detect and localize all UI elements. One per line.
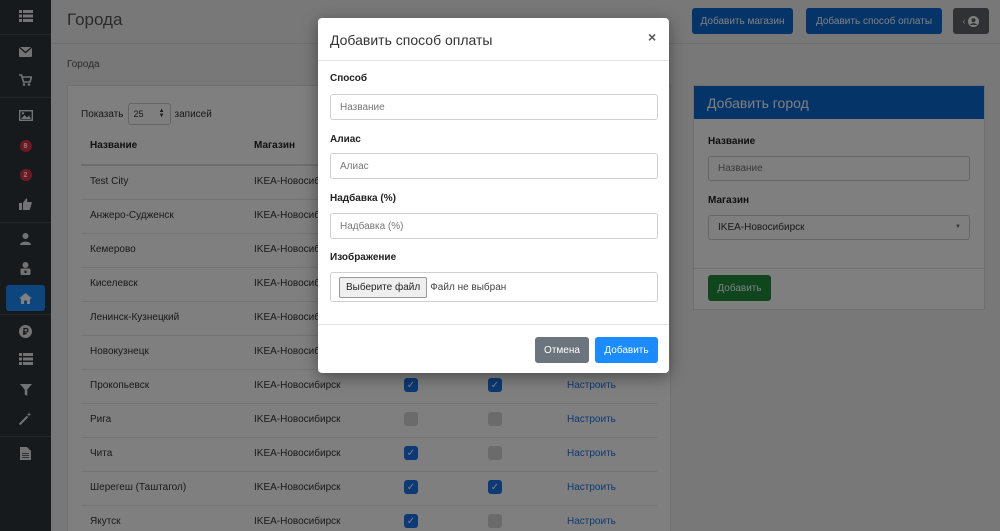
alias-input[interactable]: Алиас	[330, 153, 658, 179]
submit-payment-method-button[interactable]: Добавить	[595, 337, 658, 363]
markup-label: Надбавка (%)	[330, 193, 396, 204]
image-label: Изображение	[330, 252, 397, 263]
close-icon[interactable]: ×	[648, 29, 656, 45]
modal-footer-divider	[318, 324, 669, 325]
cancel-button[interactable]: Отмена	[535, 337, 589, 363]
method-name-input[interactable]: Название	[330, 94, 658, 120]
modal-header-divider	[318, 60, 669, 61]
markup-input[interactable]: Надбавка (%)	[330, 213, 658, 239]
image-file-input: Выберите файл Файл не выбран	[330, 272, 658, 302]
modal-title: Добавить способ оплаты	[330, 32, 493, 48]
add-payment-method-modal: Добавить способ оплаты × Способ Название…	[318, 18, 669, 373]
method-label: Способ	[330, 73, 368, 84]
choose-file-button[interactable]: Выберите файл	[339, 276, 428, 298]
file-status: Файл не выбран	[430, 281, 507, 293]
alias-label: Алиас	[330, 134, 361, 145]
